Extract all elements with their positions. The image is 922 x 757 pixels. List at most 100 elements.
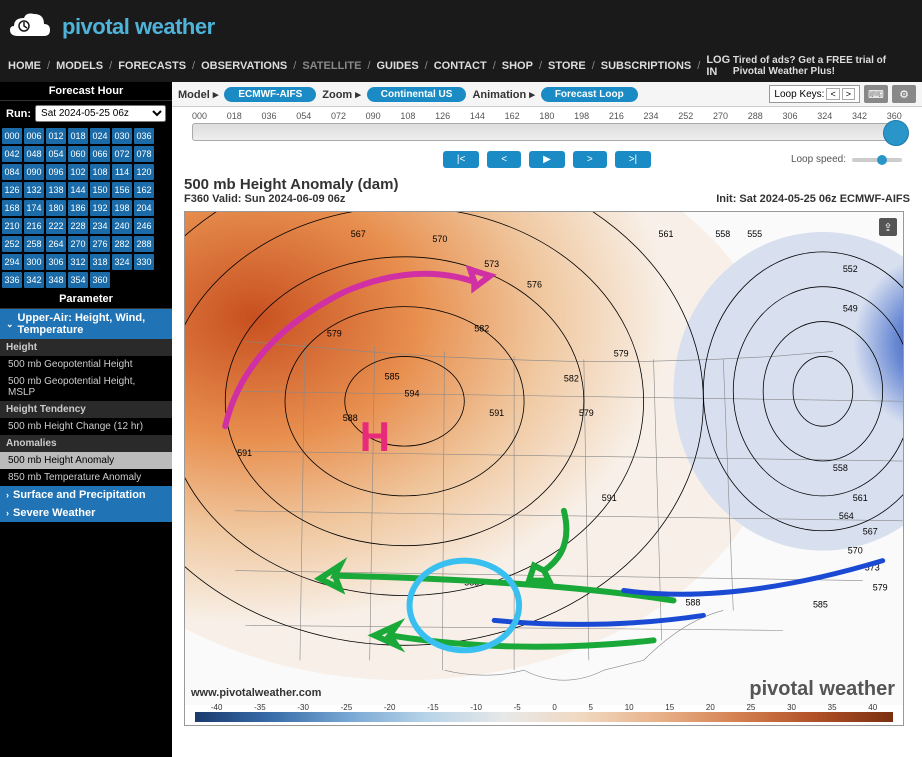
hour-174[interactable]: 174 (24, 200, 44, 216)
hour-228[interactable]: 228 (68, 218, 88, 234)
hour-324[interactable]: 324 (112, 254, 132, 270)
nav-promo[interactable]: Tired of ads? Get a FREE trial of Pivota… (733, 55, 914, 77)
hour-264[interactable]: 264 (46, 236, 66, 252)
hour-108[interactable]: 108 (90, 164, 110, 180)
loop-key-next[interactable]: > (842, 88, 855, 100)
play-last[interactable]: >| (615, 151, 651, 168)
hour-072[interactable]: 072 (112, 146, 132, 162)
hour-216[interactable]: 216 (24, 218, 44, 234)
hour-096[interactable]: 096 (46, 164, 66, 180)
hour-150[interactable]: 150 (90, 182, 110, 198)
hour-318[interactable]: 318 (90, 254, 110, 270)
hour-000[interactable]: 000 (2, 128, 22, 144)
param-500-anomaly[interactable]: 500 mb Height Anomaly (0, 452, 172, 469)
hour-144[interactable]: 144 (68, 182, 88, 198)
hour-180[interactable]: 180 (46, 200, 66, 216)
share-icon[interactable]: ⇪ (879, 218, 897, 236)
hour-066[interactable]: 066 (90, 146, 110, 162)
hour-156[interactable]: 156 (112, 182, 132, 198)
hour-012[interactable]: 012 (46, 128, 66, 144)
hour-114[interactable]: 114 (112, 164, 132, 180)
hour-222[interactable]: 222 (46, 218, 66, 234)
hour-234[interactable]: 234 (90, 218, 110, 234)
nav-models[interactable]: MODELS (56, 60, 103, 72)
hour-186[interactable]: 186 (68, 200, 88, 216)
hour-306[interactable]: 306 (46, 254, 66, 270)
hour-102[interactable]: 102 (68, 164, 88, 180)
hour-330[interactable]: 330 (134, 254, 154, 270)
hour-024[interactable]: 024 (90, 128, 110, 144)
hour-126[interactable]: 126 (2, 182, 22, 198)
nav-observations[interactable]: OBSERVATIONS (201, 60, 287, 72)
hour-300[interactable]: 300 (24, 254, 44, 270)
hour-342[interactable]: 342 (24, 272, 44, 288)
hour-312[interactable]: 312 (68, 254, 88, 270)
nav-forecasts[interactable]: FORECASTS (118, 60, 186, 72)
nav-subscriptions[interactable]: SUBSCRIPTIONS (601, 60, 691, 72)
hour-336[interactable]: 336 (2, 272, 22, 288)
hour-192[interactable]: 192 (90, 200, 110, 216)
play-play[interactable]: ▶ (529, 151, 565, 168)
hour-084[interactable]: 084 (2, 164, 22, 180)
timeline-thumb[interactable] (883, 120, 909, 146)
hour-204[interactable]: 204 (134, 200, 154, 216)
hour-162[interactable]: 162 (134, 182, 154, 198)
speed-thumb[interactable] (877, 155, 887, 165)
hour-030[interactable]: 030 (112, 128, 132, 144)
nav-contact[interactable]: CONTACT (434, 60, 487, 72)
hour-240[interactable]: 240 (112, 218, 132, 234)
hour-048[interactable]: 048 (24, 146, 44, 162)
hour-258[interactable]: 258 (24, 236, 44, 252)
run-select[interactable]: Sat 2024-05-25 06z (35, 105, 166, 122)
param-severe[interactable]: ›Severe Weather (0, 504, 172, 522)
nav-guides[interactable]: GUIDES (376, 60, 418, 72)
param-850-temp[interactable]: 850 mb Temperature Anomaly (0, 469, 172, 486)
nav-shop[interactable]: SHOP (502, 60, 533, 72)
hour-348[interactable]: 348 (46, 272, 66, 288)
hour-078[interactable]: 078 (134, 146, 154, 162)
hour-036[interactable]: 036 (134, 128, 154, 144)
hour-360[interactable]: 360 (90, 272, 110, 288)
param-500-geo[interactable]: 500 mb Geopotential Height (0, 356, 172, 373)
anim-button[interactable]: Forecast Loop (541, 87, 638, 102)
hour-132[interactable]: 132 (24, 182, 44, 198)
param-surface-precip[interactable]: ›Surface and Precipitation (0, 486, 172, 504)
hour-090[interactable]: 090 (24, 164, 44, 180)
nav-satellite[interactable]: SATELLITE (302, 60, 361, 72)
hour-294[interactable]: 294 (2, 254, 22, 270)
hour-018[interactable]: 018 (68, 128, 88, 144)
speed-slider[interactable] (852, 158, 902, 162)
nav-login[interactable]: LOG IN (706, 54, 733, 78)
hour-354[interactable]: 354 (68, 272, 88, 288)
hour-246[interactable]: 246 (134, 218, 154, 234)
hour-198[interactable]: 198 (112, 200, 132, 216)
logo[interactable]: pivotal weather (4, 8, 922, 46)
zoom-button[interactable]: Continental US (367, 87, 467, 102)
nav-store[interactable]: STORE (548, 60, 586, 72)
hour-168[interactable]: 168 (2, 200, 22, 216)
hour-138[interactable]: 138 (46, 182, 66, 198)
hour-288[interactable]: 288 (134, 236, 154, 252)
hour-210[interactable]: 210 (2, 218, 22, 234)
play-first[interactable]: |< (443, 151, 479, 168)
hour-252[interactable]: 252 (2, 236, 22, 252)
hour-270[interactable]: 270 (68, 236, 88, 252)
model-button[interactable]: ECMWF-AIFS (224, 87, 316, 102)
hour-060[interactable]: 060 (68, 146, 88, 162)
hour-120[interactable]: 120 (134, 164, 154, 180)
play-next[interactable]: > (573, 151, 607, 168)
hour-042[interactable]: 042 (2, 146, 22, 162)
play-prev[interactable]: < (487, 151, 521, 168)
hour-276[interactable]: 276 (90, 236, 110, 252)
hour-054[interactable]: 054 (46, 146, 66, 162)
hour-282[interactable]: 282 (112, 236, 132, 252)
timeline-bar[interactable] (192, 123, 902, 141)
settings-icon[interactable]: ⚙ (892, 85, 916, 103)
nav-home[interactable]: HOME (8, 60, 41, 72)
param-upper-air[interactable]: ⌄Upper-Air: Height, Wind, Temperature (0, 309, 172, 339)
param-500-geo-mslp[interactable]: 500 mb Geopotential Height, MSLP (0, 373, 172, 401)
hour-006[interactable]: 006 (24, 128, 44, 144)
param-500-change[interactable]: 500 mb Height Change (12 hr) (0, 418, 172, 435)
loop-key-prev[interactable]: < (826, 88, 839, 100)
keyboard-icon[interactable]: ⌨ (864, 85, 888, 103)
